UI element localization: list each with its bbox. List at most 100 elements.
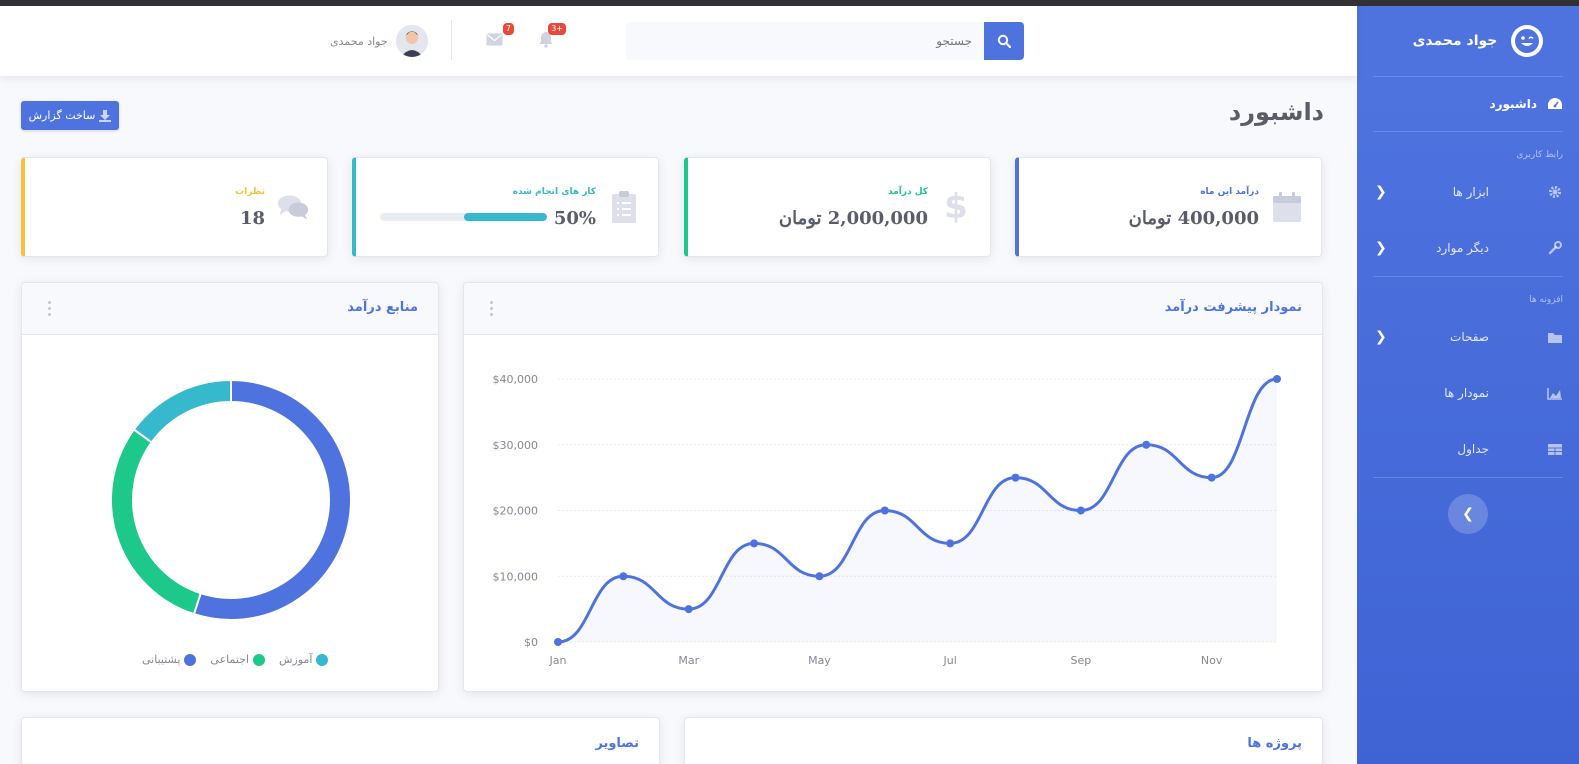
projects-panel: پروژه ها <box>684 717 1323 764</box>
more-options-icon[interactable] <box>48 301 51 316</box>
panel-header: نمودار پیشرفت درآمد <box>464 283 1322 335</box>
stat-card-total-earnings: $ کل درآمد 2,000,000 تومان <box>684 157 991 257</box>
doughnut-legend: پشتیبانی اجتماعی آموزش <box>142 653 329 666</box>
x-tick-label: Jan <box>549 654 567 667</box>
envelope-icon <box>486 33 502 45</box>
y-tick-label: $40,000 <box>493 373 539 386</box>
y-tick-label: $10,000 <box>493 570 539 583</box>
search-icon <box>997 34 1011 48</box>
chevron-left-icon: ❮ <box>1375 329 1387 345</box>
stat-value: 50% <box>553 208 596 229</box>
revenue-doughnut-chart <box>110 378 352 621</box>
x-tick-label: Sep <box>1071 654 1092 667</box>
sidebar-item-dashboard[interactable]: داشبورد <box>1357 77 1579 131</box>
chevron-left-icon: ❮ <box>1462 506 1474 522</box>
alerts-badge: 3+ <box>548 23 566 35</box>
sidebar-item-tools[interactable]: ابزار ها ❮ <box>1357 164 1579 220</box>
sidebar-item-pages[interactable]: صفحات ❮ <box>1357 309 1579 365</box>
sidebar-brand[interactable]: جواد محمدی <box>1357 6 1579 76</box>
earnings-area-chart: $0 $10,000 $20,000 $30,000 $40,000 Jan Mar May J… <box>493 373 1281 667</box>
folder-icon <box>1547 329 1563 345</box>
x-tick-label: Mar <box>678 654 699 667</box>
panel-title: تصاویر <box>595 736 639 751</box>
calendar-icon <box>1271 190 1303 224</box>
doughnut-slice <box>132 378 232 444</box>
sidebar-item-charts[interactable]: نمودار ها <box>1357 365 1579 421</box>
legend-dot <box>184 653 197 666</box>
data-point <box>619 572 628 581</box>
data-point <box>684 605 693 614</box>
stat-label: درآمد این ماه <box>1200 187 1259 197</box>
messages-badge: 7 <box>502 23 514 35</box>
panel-title: منابع درآمد <box>347 300 418 315</box>
sidebar-item-label: دیگر موارد <box>1436 241 1489 255</box>
sidebar-item-label: صفحات <box>1450 330 1489 344</box>
legend-label: آموزش <box>279 653 313 666</box>
cog-icon <box>1547 184 1563 200</box>
stat-label: کار های انجام شده <box>512 187 596 197</box>
sidebar-item-tables[interactable]: جداول <box>1357 421 1579 477</box>
earnings-overview-panel: نمودار پیشرفت درآمد $0 $10,000 $20,000 $30,… <box>463 282 1323 692</box>
tasks-progress-fill <box>463 213 547 221</box>
dollar-sign-icon: $ <box>944 187 968 227</box>
stat-card-monthly-earnings: درآمد این ماه 400,000 تومان <box>1015 157 1322 257</box>
data-point <box>1273 375 1281 383</box>
page-title: داشبورد <box>1228 98 1324 126</box>
x-tick-label: Jul <box>943 654 957 667</box>
search-input[interactable] <box>626 22 984 60</box>
more-options-icon[interactable] <box>490 301 493 316</box>
sidebar-item-label: نمودار ها <box>1444 386 1489 400</box>
doughnut-slice <box>110 428 202 616</box>
messages-button[interactable]: 7 <box>484 23 514 49</box>
user-menu[interactable]: جواد محمدی <box>330 25 428 57</box>
panel-title: نمودار پیشرفت درآمد <box>1164 300 1302 315</box>
x-tick-label: Nov <box>1201 654 1223 667</box>
wrench-icon <box>1547 240 1563 256</box>
stat-value: 18 <box>239 208 265 229</box>
data-point <box>1142 440 1151 449</box>
sidebar-divider <box>1373 477 1563 478</box>
y-tick-label: $20,000 <box>493 505 539 518</box>
y-tick-label: $30,000 <box>493 439 539 452</box>
table-icon <box>1547 441 1563 457</box>
download-icon <box>99 109 112 122</box>
data-point <box>1076 506 1085 515</box>
topbar: 3+ 7 جواد محمدی <box>0 6 1357 76</box>
stat-value: 2,000,000 تومان <box>778 208 928 229</box>
y-tick-label: $0 <box>524 636 538 649</box>
generate-report-button[interactable]: ساخت گزارش <box>21 101 119 130</box>
data-point <box>815 572 824 581</box>
legend-item-support: پشتیبانی <box>142 653 197 666</box>
stat-card-tasks: کار های انجام شده 50% <box>352 157 659 257</box>
window-top-strip <box>0 0 1579 6</box>
sidebar-item-others[interactable]: دیگر موارد ❮ <box>1357 220 1579 276</box>
data-point <box>750 539 759 548</box>
sidebar-item-label: جداول <box>1457 442 1489 456</box>
panel-header: منابع درآمد <box>22 283 438 335</box>
avatar <box>395 25 428 57</box>
search-button[interactable] <box>984 22 1024 60</box>
data-point <box>946 539 955 548</box>
data-point <box>1011 473 1020 482</box>
clipboard-list-icon <box>608 190 640 224</box>
tachometer-icon <box>1547 96 1563 112</box>
chevron-left-icon: ❮ <box>1375 240 1387 256</box>
sidebar-heading-addons: افزونه ها <box>1529 295 1563 305</box>
sidebar-toggle-button[interactable]: ❮ <box>1448 494 1488 534</box>
chevron-left-icon: ❮ <box>1375 184 1387 200</box>
alerts-button[interactable]: 3+ <box>536 23 566 49</box>
comments-icon <box>277 190 309 224</box>
stat-value: 400,000 تومان <box>1128 208 1259 229</box>
doughnut-slice <box>192 378 352 621</box>
x-tick-label: May <box>808 654 831 667</box>
legend-dot <box>253 653 266 666</box>
stat-label: کل درآمد <box>887 187 928 197</box>
topbar-divider <box>451 20 452 60</box>
sidebar: جواد محمدی داشبورد رابط کاربری ابزار ها … <box>1357 6 1579 764</box>
stat-label: نظرات <box>235 187 265 197</box>
laugh-wink-icon <box>1511 25 1544 57</box>
data-point <box>880 506 889 515</box>
sidebar-heading-ui: رابط کاربری <box>1516 150 1563 160</box>
data-point <box>1207 473 1216 482</box>
brand-name: جواد محمدی <box>1412 33 1498 49</box>
